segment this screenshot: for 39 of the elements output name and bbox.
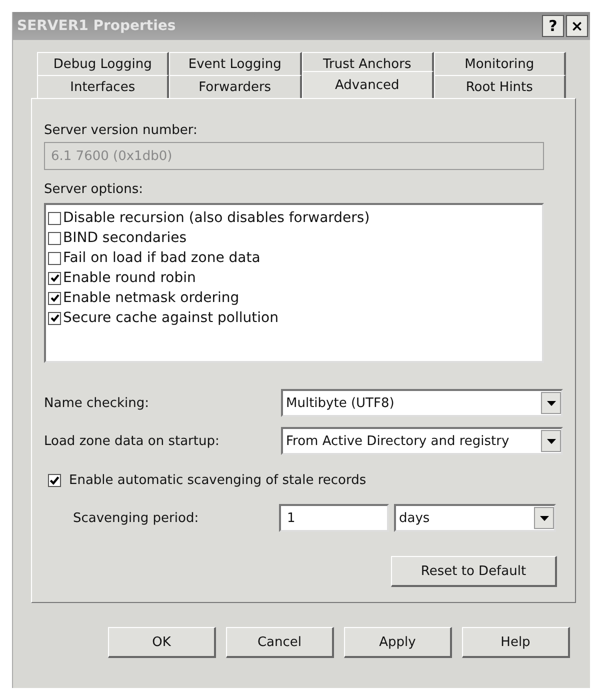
checkbox[interactable] — [48, 232, 61, 244]
window-title: SERVER1 Properties — [17, 18, 176, 34]
checkbox[interactable] — [48, 474, 61, 487]
scavenging-period-field[interactable]: 1 — [279, 504, 389, 532]
dialog-button[interactable]: Cancel — [226, 627, 334, 658]
tab[interactable]: Monitoring — [434, 52, 566, 75]
dialog-button[interactable]: OK — [108, 627, 216, 658]
option-label: Secure cache against pollution — [63, 310, 278, 326]
name-checking-label: Name checking: — [44, 396, 150, 410]
tab[interactable]: Forwarders — [169, 75, 302, 98]
option-label: Disable recursion (also disables forwarders) — [63, 210, 370, 226]
tab[interactable]: Event Logging — [169, 52, 302, 75]
checkbox[interactable] — [48, 272, 61, 284]
dialog-button[interactable]: Help — [462, 627, 570, 658]
checkbox[interactable] — [48, 252, 61, 264]
name-checking-dropdown[interactable]: Multibyte (UTF8) — [281, 389, 563, 417]
load-zone-data-label: Load zone data on startup: — [44, 434, 220, 448]
scavenging-period-label: Scavenging period: — [73, 510, 200, 526]
server-version-label: Server version number: — [44, 123, 198, 138]
option-label: BIND secondaries — [63, 230, 186, 246]
server-options-label: Server options: — [44, 182, 144, 197]
tab[interactable]: Root Hints — [434, 75, 566, 98]
tab[interactable]: Advanced — [302, 71, 434, 98]
dialog-button[interactable]: Apply — [344, 627, 452, 658]
checkbox[interactable] — [48, 312, 61, 324]
tab[interactable]: Interfaces — [37, 75, 170, 98]
tab[interactable]: Debug Logging — [37, 52, 170, 75]
server-options-list[interactable]: Disable recursion (also disables forwarders) BIND secondaries Fail on load if bad zone data Enable round robin Enable netmask ordering Secure cache against pollution — [44, 203, 544, 363]
period-unit-dropdown[interactable]: days — [394, 504, 556, 532]
load-zone-data-dropdown[interactable]: From Active Directory and registry — [281, 427, 563, 455]
option-label: Enable netmask ordering — [63, 290, 240, 306]
checkbox[interactable] — [48, 212, 61, 224]
option-label: Fail on load if bad zone data — [63, 250, 260, 266]
scavenging-label: Enable automatic scavenging of stale records — [69, 473, 366, 488]
checkbox[interactable] — [48, 292, 61, 304]
close-button[interactable]: × — [566, 15, 588, 37]
option-label: Enable round robin — [63, 270, 196, 286]
reset-to-default-button[interactable]: Reset to Default — [391, 556, 557, 587]
help-button[interactable]: ? — [542, 15, 564, 37]
